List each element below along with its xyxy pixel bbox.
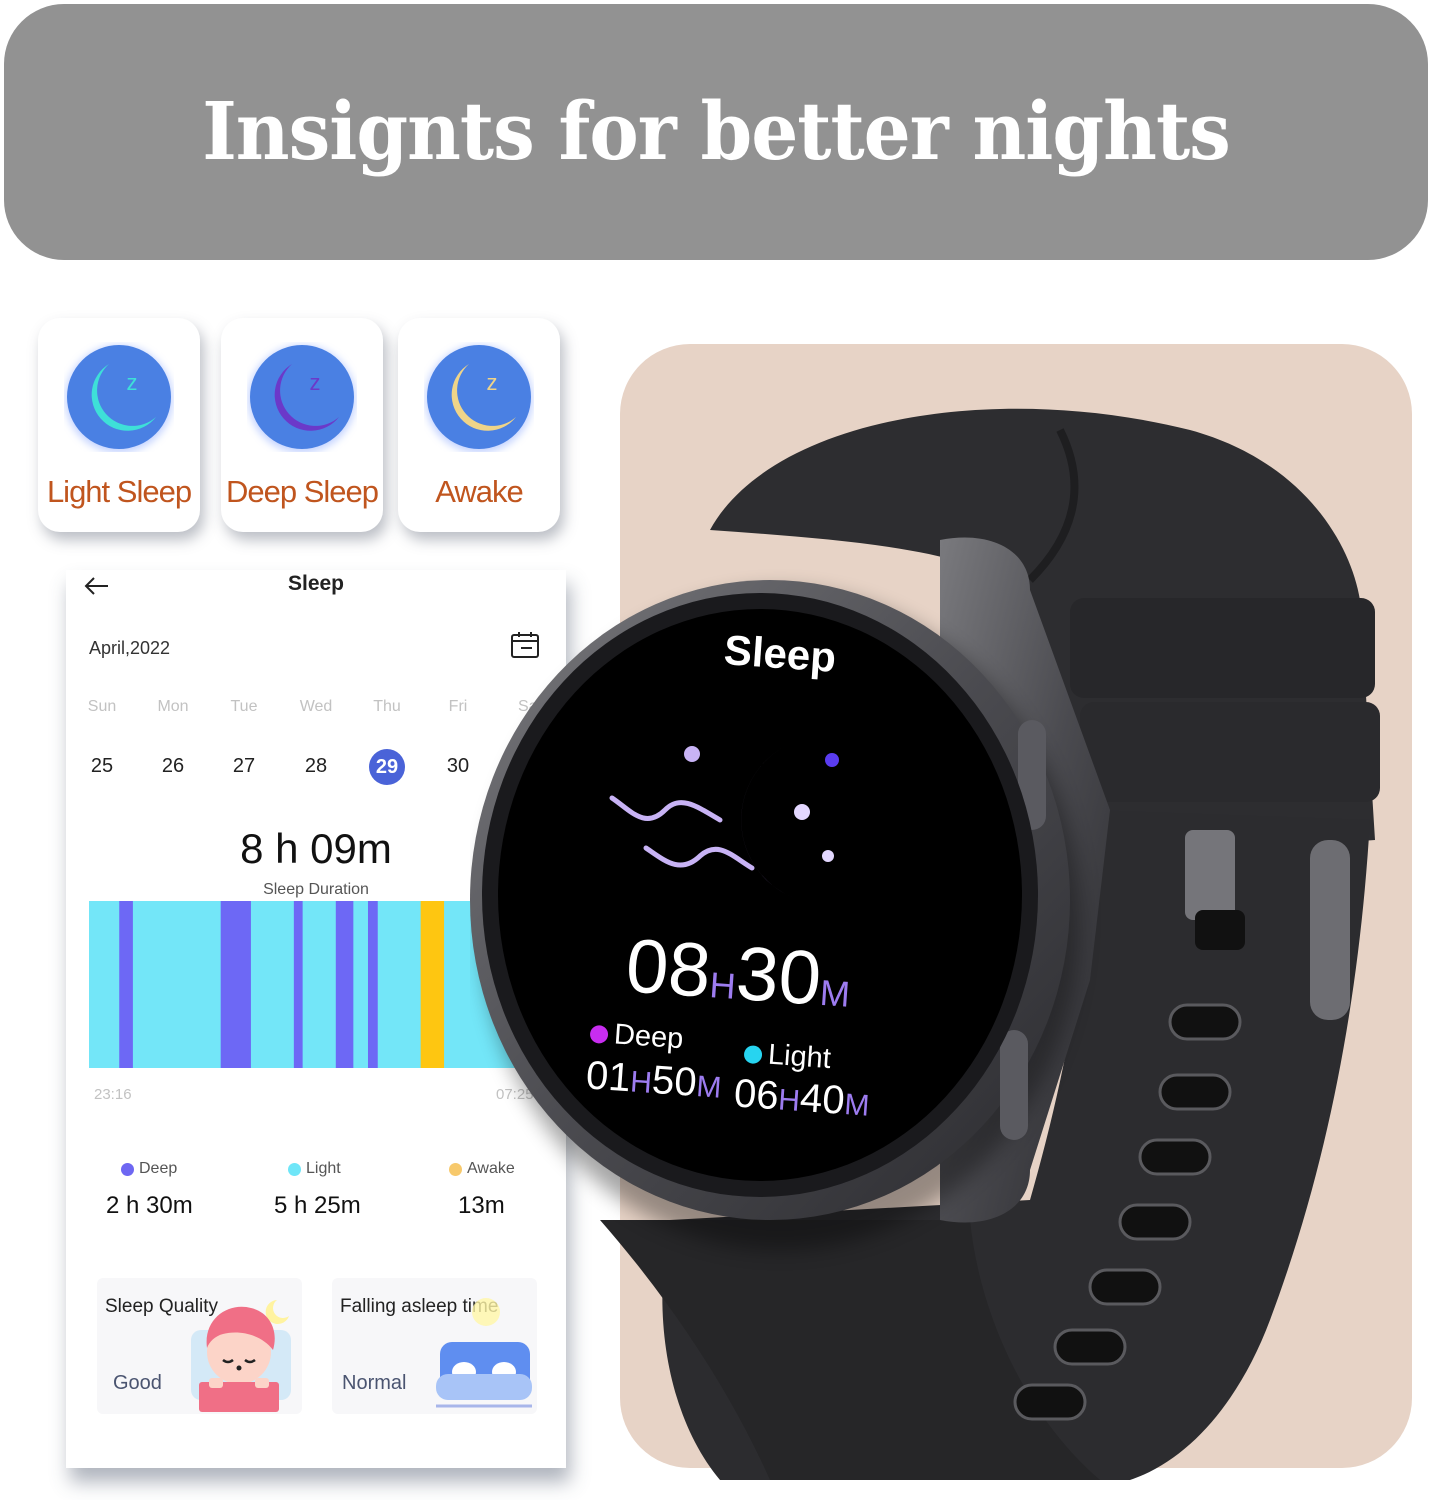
strap-hole (1138, 1138, 1212, 1176)
sleep-segment-light (377, 901, 422, 1068)
sleep-segment-deep (220, 901, 252, 1068)
weekday-label: Sun (87, 698, 117, 715)
deep-dot-icon (589, 1024, 609, 1044)
strap-hole (1013, 1383, 1087, 1421)
strap-hole (1088, 1268, 1162, 1306)
calendar-day[interactable]: 25 (72, 749, 132, 783)
sleep-segment-light (302, 901, 337, 1068)
buckle (1310, 840, 1350, 1020)
sleep-segment-deep (293, 901, 304, 1068)
sleep-segment-deep (119, 901, 134, 1068)
smartwatch-image (470, 408, 1380, 1480)
svg-text:z: z (310, 370, 321, 395)
weekday-label: Wed (299, 698, 333, 715)
watch-deep-value: 01H50M (584, 1053, 723, 1105)
stage-label: Deep Sleep (225, 474, 379, 509)
weekday-label: Mon (157, 698, 189, 715)
light-dot-icon (288, 1162, 301, 1176)
svg-text:z: z (127, 370, 138, 395)
deep-duration: 2 h 30m (106, 1192, 193, 1219)
card-value: Good (113, 1372, 162, 1394)
sleep-segment-light (353, 901, 369, 1068)
moon-zz-icon: z (247, 342, 357, 453)
month-label: April,2022 (89, 638, 171, 658)
strap-hole (1158, 1073, 1232, 1111)
watch-total-sleep: 08H30M (623, 923, 852, 1022)
sleep-segment-deep (367, 901, 379, 1068)
sleep-segment-light (132, 901, 222, 1068)
calendar-day-selected[interactable]: 29 (357, 749, 417, 785)
stage-label: Light Sleep (46, 474, 192, 509)
sleep-quality-card[interactable]: Sleep Quality Good (97, 1278, 302, 1414)
stage-card-light-sleep: z Light Sleep (38, 318, 200, 532)
sleep-segment-light (89, 901, 120, 1068)
calendar-day[interactable]: 27 (214, 749, 274, 783)
sleep-segment-light (250, 901, 295, 1068)
strap-hole (1168, 1003, 1242, 1041)
headline-banner: Insignts for better nights (4, 4, 1428, 260)
watch-deep-label: Deep (589, 1017, 684, 1056)
stage-card-deep-sleep: z Deep Sleep (221, 318, 383, 532)
chart-start-time: 23:16 (94, 1086, 132, 1103)
strap-keeper (1080, 702, 1380, 802)
deep-dot-icon (121, 1162, 134, 1176)
light-duration: 5 h 25m (274, 1192, 361, 1219)
card-value: Normal (342, 1372, 407, 1394)
calendar-day[interactable]: 28 (286, 749, 346, 783)
legend-light: Light (288, 1160, 341, 1178)
weekday-label: Thu (373, 698, 401, 715)
strap-keeper (1070, 598, 1375, 698)
sleep-segment-deep (335, 901, 354, 1068)
legend-deep: Deep (121, 1160, 177, 1178)
sleep-segment-awake (420, 901, 445, 1068)
light-dot-icon (743, 1044, 763, 1064)
watch-light-value: 06H40M (732, 1071, 871, 1123)
awake-dot-icon (449, 1162, 462, 1176)
weekday-label: Tue (230, 698, 258, 715)
side-button (1000, 1030, 1028, 1140)
sleeping-person-icon (191, 1300, 291, 1412)
strap-hole (1053, 1328, 1127, 1366)
headline-title: Insignts for better nights (202, 85, 1231, 179)
moon-zz-icon: z (64, 342, 174, 453)
watch-light-label: Light (743, 1037, 832, 1076)
strap-hole (1118, 1203, 1192, 1241)
calendar-day[interactable]: 26 (143, 749, 203, 783)
watch-screen-title: Sleep (722, 626, 838, 681)
